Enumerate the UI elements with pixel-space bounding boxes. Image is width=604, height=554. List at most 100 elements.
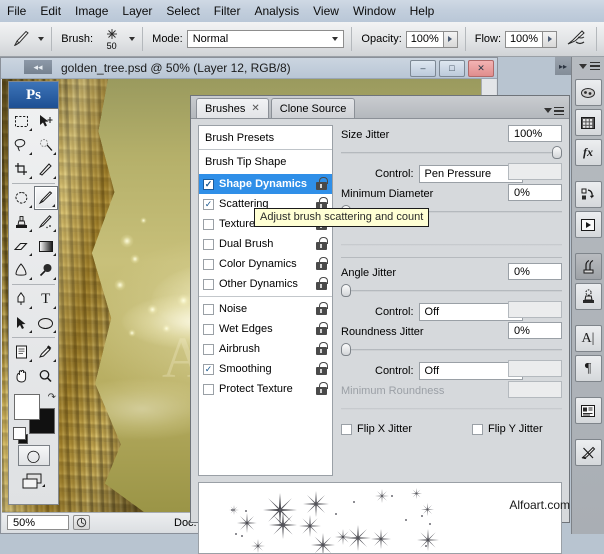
size-control-select[interactable]: Pen Pressure <box>419 165 523 183</box>
tab-clone-source[interactable]: Clone Source <box>271 98 356 118</box>
clone-source-panel-icon[interactable] <box>575 283 602 310</box>
checkbox-flip-y-jitter[interactable] <box>472 424 483 435</box>
menu-item-window[interactable]: Window <box>346 2 403 21</box>
brush-tool-icon[interactable] <box>8 27 35 51</box>
quick-mask-button[interactable]: ◯ <box>18 445 50 466</box>
brush-preview[interactable]: 50 <box>97 25 126 53</box>
tab-brushes[interactable]: Brushes ✕ <box>196 98 269 118</box>
screen-mode-button[interactable] <box>19 472 49 492</box>
notes-tool[interactable] <box>9 340 34 364</box>
size-jitter-slider[interactable] <box>341 146 562 160</box>
checkbox-protect-texture[interactable] <box>203 384 214 395</box>
swatches-panel-icon[interactable] <box>575 109 602 136</box>
actions-panel-icon[interactable] <box>575 211 602 238</box>
roundness-control-select[interactable]: Off <box>419 362 523 380</box>
flip-y-jitter[interactable]: Flip Y Jitter <box>472 423 543 435</box>
color-panel-icon[interactable] <box>575 79 602 106</box>
menu-item-help[interactable]: Help <box>403 2 442 21</box>
slider-knob[interactable] <box>341 343 351 356</box>
crop-tool[interactable] <box>9 157 34 181</box>
zoom-level-input[interactable]: 50% <box>7 515 69 530</box>
history-panel-icon[interactable] <box>575 181 602 208</box>
tool-presets-panel-icon[interactable] <box>575 439 602 466</box>
eraser-tool[interactable] <box>9 234 34 258</box>
healing-brush-tool[interactable] <box>9 186 34 210</box>
flow-slider-button[interactable] <box>543 31 557 48</box>
checkbox-smoothing[interactable]: ✓ <box>203 364 214 375</box>
brush-presets-row[interactable]: Brush Presets <box>199 126 332 150</box>
clone-stamp-tool[interactable] <box>9 210 34 234</box>
min-diameter-value[interactable]: 0% <box>508 184 562 201</box>
styles-panel-icon[interactable]: fx <box>575 139 602 166</box>
brushes-panel-icon[interactable] <box>575 253 602 280</box>
swap-colors-icon[interactable]: ↷ <box>48 392 56 403</box>
roundness-jitter-slider[interactable] <box>341 343 562 357</box>
panel-menu-button[interactable] <box>544 107 564 116</box>
menu-item-layer[interactable]: Layer <box>115 2 159 21</box>
flip-x-jitter[interactable]: Flip X Jitter <box>341 423 412 435</box>
dock-header[interactable] <box>572 57 604 75</box>
zoom-tool[interactable] <box>34 364 59 388</box>
dock-collapse-arrows-right[interactable]: ▸▸ <box>555 57 571 75</box>
gradient-tool[interactable] <box>34 234 59 258</box>
menu-item-view[interactable]: View <box>306 2 346 21</box>
blend-mode-select[interactable]: Normal <box>187 30 345 48</box>
option-protect-texture[interactable]: Protect Texture <box>199 379 332 399</box>
lock-icon[interactable] <box>316 322 328 335</box>
airbrush-icon[interactable] <box>565 28 589 51</box>
layer-comps-panel-icon[interactable] <box>575 397 602 424</box>
option-color-dynamics[interactable]: Color Dynamics <box>199 254 332 274</box>
slice-tool[interactable] <box>34 157 59 181</box>
size-jitter-value[interactable]: 100% <box>508 125 562 142</box>
lock-icon[interactable] <box>316 382 328 395</box>
angle-jitter-value[interactable]: 0% <box>508 263 562 280</box>
opacity-input[interactable]: 100% <box>406 31 444 48</box>
document-title-bar[interactable]: golden_tree.psd @ 50% (Layer 12, RGB/8) … <box>1 58 497 79</box>
character-panel-icon[interactable]: A| <box>575 325 602 352</box>
close-icon[interactable]: ✕ <box>251 103 259 114</box>
rectangular-marquee-tool[interactable] <box>9 109 34 133</box>
checkbox-noise[interactable] <box>203 304 214 315</box>
option-dual-brush[interactable]: Dual Brush <box>199 234 332 254</box>
brush-tool[interactable] <box>34 186 59 210</box>
slider-knob[interactable] <box>341 284 351 297</box>
move-tool[interactable] <box>34 109 59 133</box>
lasso-tool[interactable] <box>9 133 34 157</box>
menu-item-edit[interactable]: Edit <box>33 2 68 21</box>
checkbox-texture[interactable] <box>203 219 214 230</box>
checkbox-wet-edges[interactable] <box>203 324 214 335</box>
checkbox-other-dynamics[interactable] <box>203 279 214 290</box>
history-brush-tool[interactable] <box>34 210 59 234</box>
hand-tool[interactable] <box>9 364 34 388</box>
opacity-slider-button[interactable] <box>444 31 458 48</box>
checkbox-flip-x-jitter[interactable] <box>341 424 352 435</box>
lock-icon[interactable] <box>316 177 328 190</box>
minimize-button[interactable]: – <box>410 60 436 77</box>
option-airbrush[interactable]: Airbrush <box>199 339 332 359</box>
lock-icon[interactable] <box>316 302 328 315</box>
lock-icon[interactable] <box>316 237 328 250</box>
maximize-button[interactable]: □ <box>439 60 465 77</box>
status-arrow-icon[interactable] <box>73 515 90 530</box>
option-other-dynamics[interactable]: Other Dynamics <box>199 274 332 294</box>
path-selection-tool[interactable] <box>9 311 34 335</box>
magic-wand-tool[interactable] <box>34 133 59 157</box>
checkbox-dual-brush[interactable] <box>203 239 214 250</box>
pen-tool[interactable] <box>9 287 34 311</box>
foreground-color-swatch[interactable] <box>14 394 40 420</box>
brush-tip-shape-row[interactable]: Brush Tip Shape <box>199 150 332 174</box>
angle-jitter-slider[interactable] <box>341 284 562 298</box>
dodge-tool[interactable] <box>34 258 59 282</box>
roundness-jitter-value[interactable]: 0% <box>508 322 562 339</box>
eyedropper-tool[interactable] <box>34 340 59 364</box>
paragraph-panel-icon[interactable]: ¶ <box>575 355 602 382</box>
lock-icon[interactable] <box>316 277 328 290</box>
brush-chevron-icon[interactable] <box>129 37 135 41</box>
checkbox-shape-dynamics[interactable]: ✓ <box>203 179 214 190</box>
lock-icon[interactable] <box>316 362 328 375</box>
ellipse-shape-tool[interactable] <box>34 311 59 335</box>
flow-input[interactable]: 100% <box>505 31 543 48</box>
menu-item-filter[interactable]: Filter <box>207 2 248 21</box>
menu-item-select[interactable]: Select <box>159 2 206 21</box>
option-wet-edges[interactable]: Wet Edges <box>199 319 332 339</box>
